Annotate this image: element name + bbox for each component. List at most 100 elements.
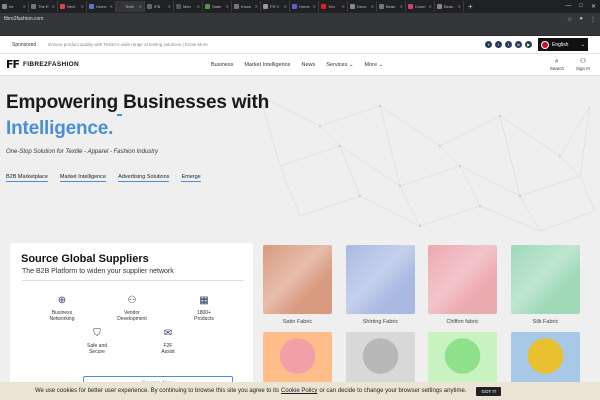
browser-tab[interactable]: Beau ✕ (377, 1, 406, 12)
browser-tab[interactable]: IFB ✕ (145, 1, 174, 12)
search-button[interactable]: ⌕ Search (550, 58, 564, 71)
tab-close-icon[interactable]: ✕ (400, 4, 403, 9)
tab-close-icon[interactable]: ✕ (81, 4, 84, 9)
social-icon[interactable]: i (495, 41, 502, 48)
tab-close-icon[interactable]: ✕ (23, 4, 26, 9)
tab-title: IFB (154, 4, 161, 9)
social-icon[interactable]: t (505, 41, 512, 48)
product-image[interactable] (428, 245, 497, 314)
product-label[interactable]: Satin Fabric (263, 319, 332, 325)
tab-close-icon[interactable]: ✕ (139, 4, 142, 9)
card-divider (22, 280, 244, 281)
product-label[interactable]: Shirting Fabric (346, 319, 415, 325)
tab-close-icon[interactable]: ✕ (226, 4, 229, 9)
tab-close-icon[interactable]: ✕ (429, 4, 432, 9)
browser-tab[interactable]: Next ✕ (58, 1, 87, 12)
sponsored-link[interactable]: Ensure product quality with Testex's wid… (48, 42, 208, 47)
tab-title: Beau (386, 4, 396, 9)
hero-tagline: One-Stop Solution for Textile - Apparel … (6, 149, 158, 155)
card-subtitle: The B2B Platform to widen your supplier … (22, 268, 174, 275)
browser-tab[interactable]: Deco ✕ (348, 1, 377, 12)
browser-tab[interactable]: You ✕ (319, 1, 348, 12)
hero-link-b2b-marketplace[interactable]: B2B Marketplace (6, 174, 48, 182)
product-card-shirting[interactable]: Shirting Fabric (346, 245, 415, 325)
social-links: f i t in ▶ (485, 41, 532, 48)
browser-tab[interactable]: Home ✕ (87, 1, 116, 12)
window-controls: — □ ✕ (565, 3, 600, 10)
browser-menu-icon[interactable]: ⋮ (590, 16, 596, 23)
sign-in-button[interactable]: ⚇ Sign In (576, 58, 590, 71)
address-bar[interactable]: fibre2fashion.com ☆ ● ⋮ (0, 13, 600, 25)
hero-link-emerge[interactable]: Emerge (181, 174, 201, 182)
browser-tab[interactable]: Know ✕ (232, 1, 261, 12)
product-image[interactable] (346, 245, 415, 314)
tab-favicon-icon (292, 4, 297, 9)
browser-tab[interactable]: The E ✕ (29, 1, 58, 12)
feature-f2f-assist: ✉ F2F Assist (141, 328, 195, 355)
tab-title: Men (183, 4, 191, 9)
tab-title: The E (38, 4, 49, 9)
cookie-policy-link[interactable]: Cookie Policy (281, 388, 317, 394)
tab-close-icon[interactable]: ✕ (52, 4, 55, 9)
network-background-graphic (259, 95, 596, 232)
product-card-chiffon[interactable]: Chiffon fabric (428, 245, 497, 325)
nav-menu: Business Market Intelligence News Servic… (211, 54, 383, 76)
tab-close-icon[interactable]: ✕ (284, 4, 287, 9)
nav-actions: ⌕ Search ⚇ Sign In (550, 58, 594, 71)
product-card-silk[interactable]: Silk Fabric (511, 245, 580, 325)
feature-vendor-development: ⚇ Vendor Development (105, 295, 159, 322)
social-icon[interactable]: f (485, 41, 492, 48)
got-it-button[interactable]: GOT IT (476, 386, 502, 396)
product-card-satin[interactable]: Satin Fabric (263, 245, 332, 325)
main-navigation: FF FIBRE2FASHION Business Market Intelli… (0, 54, 600, 76)
browser-tab[interactable]: Beau ✕ (435, 1, 464, 12)
tab-close-icon[interactable]: ✕ (197, 4, 200, 9)
url-text[interactable]: fibre2fashion.com (4, 16, 43, 22)
nav-item-news[interactable]: News (302, 62, 316, 68)
tab-close-icon[interactable]: ✕ (255, 4, 258, 9)
bookmark-star-icon[interactable]: ☆ (567, 16, 572, 23)
browser-tab[interactable]: Int ✕ (0, 1, 29, 12)
product-image[interactable] (263, 245, 332, 314)
new-tab-icon[interactable]: + (464, 2, 477, 11)
shield-icon: ⛉ (93, 328, 101, 339)
hero-link-market-intelligence[interactable]: Market Intelligence (59, 174, 107, 182)
browser-icons: ☆ ● ⋮ (567, 16, 600, 23)
browser-tab[interactable]: Cosm ✕ (406, 1, 435, 12)
hero-link-advertising-solutions[interactable]: Advertising Solutions (118, 174, 170, 182)
minimize-icon[interactable]: — (565, 3, 571, 10)
language-selector[interactable]: English ⌄ (538, 38, 588, 51)
close-window-icon[interactable]: ✕ (591, 3, 596, 10)
profile-icon[interactable]: ● (579, 16, 583, 23)
nav-item-market-intelligence[interactable]: Market Intelligence (244, 62, 290, 68)
tab-close-icon[interactable]: ✕ (168, 4, 171, 9)
tab-close-icon[interactable]: ✕ (313, 4, 316, 9)
site-logo[interactable]: FF FIBRE2FASHION (6, 58, 79, 71)
social-icon[interactable]: ▶ (525, 41, 532, 48)
nav-item-more[interactable]: More ⌄ (365, 62, 384, 68)
tab-close-icon[interactable]: ✕ (110, 4, 113, 9)
maximize-icon[interactable]: □ (579, 3, 583, 10)
sign-in-label: Sign In (575, 66, 590, 71)
browser-tab[interactable]: Home ✕ (290, 1, 319, 12)
tab-favicon-icon (2, 4, 7, 9)
flag-icon (541, 40, 549, 49)
social-icon[interactable]: in (515, 41, 522, 48)
product-label[interactable]: Chiffon fabric (428, 319, 497, 325)
tab-title: Home (299, 4, 310, 9)
tab-close-icon[interactable]: ✕ (371, 4, 374, 9)
browser-tab[interactable]: FR C ✕ (261, 1, 290, 12)
tab-close-icon[interactable]: ✕ (458, 4, 461, 9)
browser-tab[interactable]: Sater ✕ (203, 1, 232, 12)
browser-tab[interactable]: Textil ✕ (116, 1, 145, 12)
tab-favicon-icon (437, 4, 442, 9)
product-image[interactable] (511, 245, 580, 314)
product-label[interactable]: Silk Fabric (511, 319, 580, 325)
feature-label-2: Products (194, 316, 214, 322)
browser-tab[interactable]: Men ✕ (174, 1, 203, 12)
tab-close-icon[interactable]: ✕ (342, 4, 345, 9)
tab-title: You (328, 4, 335, 9)
nav-item-business[interactable]: Business (211, 62, 233, 68)
nav-item-services[interactable]: Services ⌄ (326, 62, 353, 68)
search-icon: ⌕ (554, 58, 559, 65)
